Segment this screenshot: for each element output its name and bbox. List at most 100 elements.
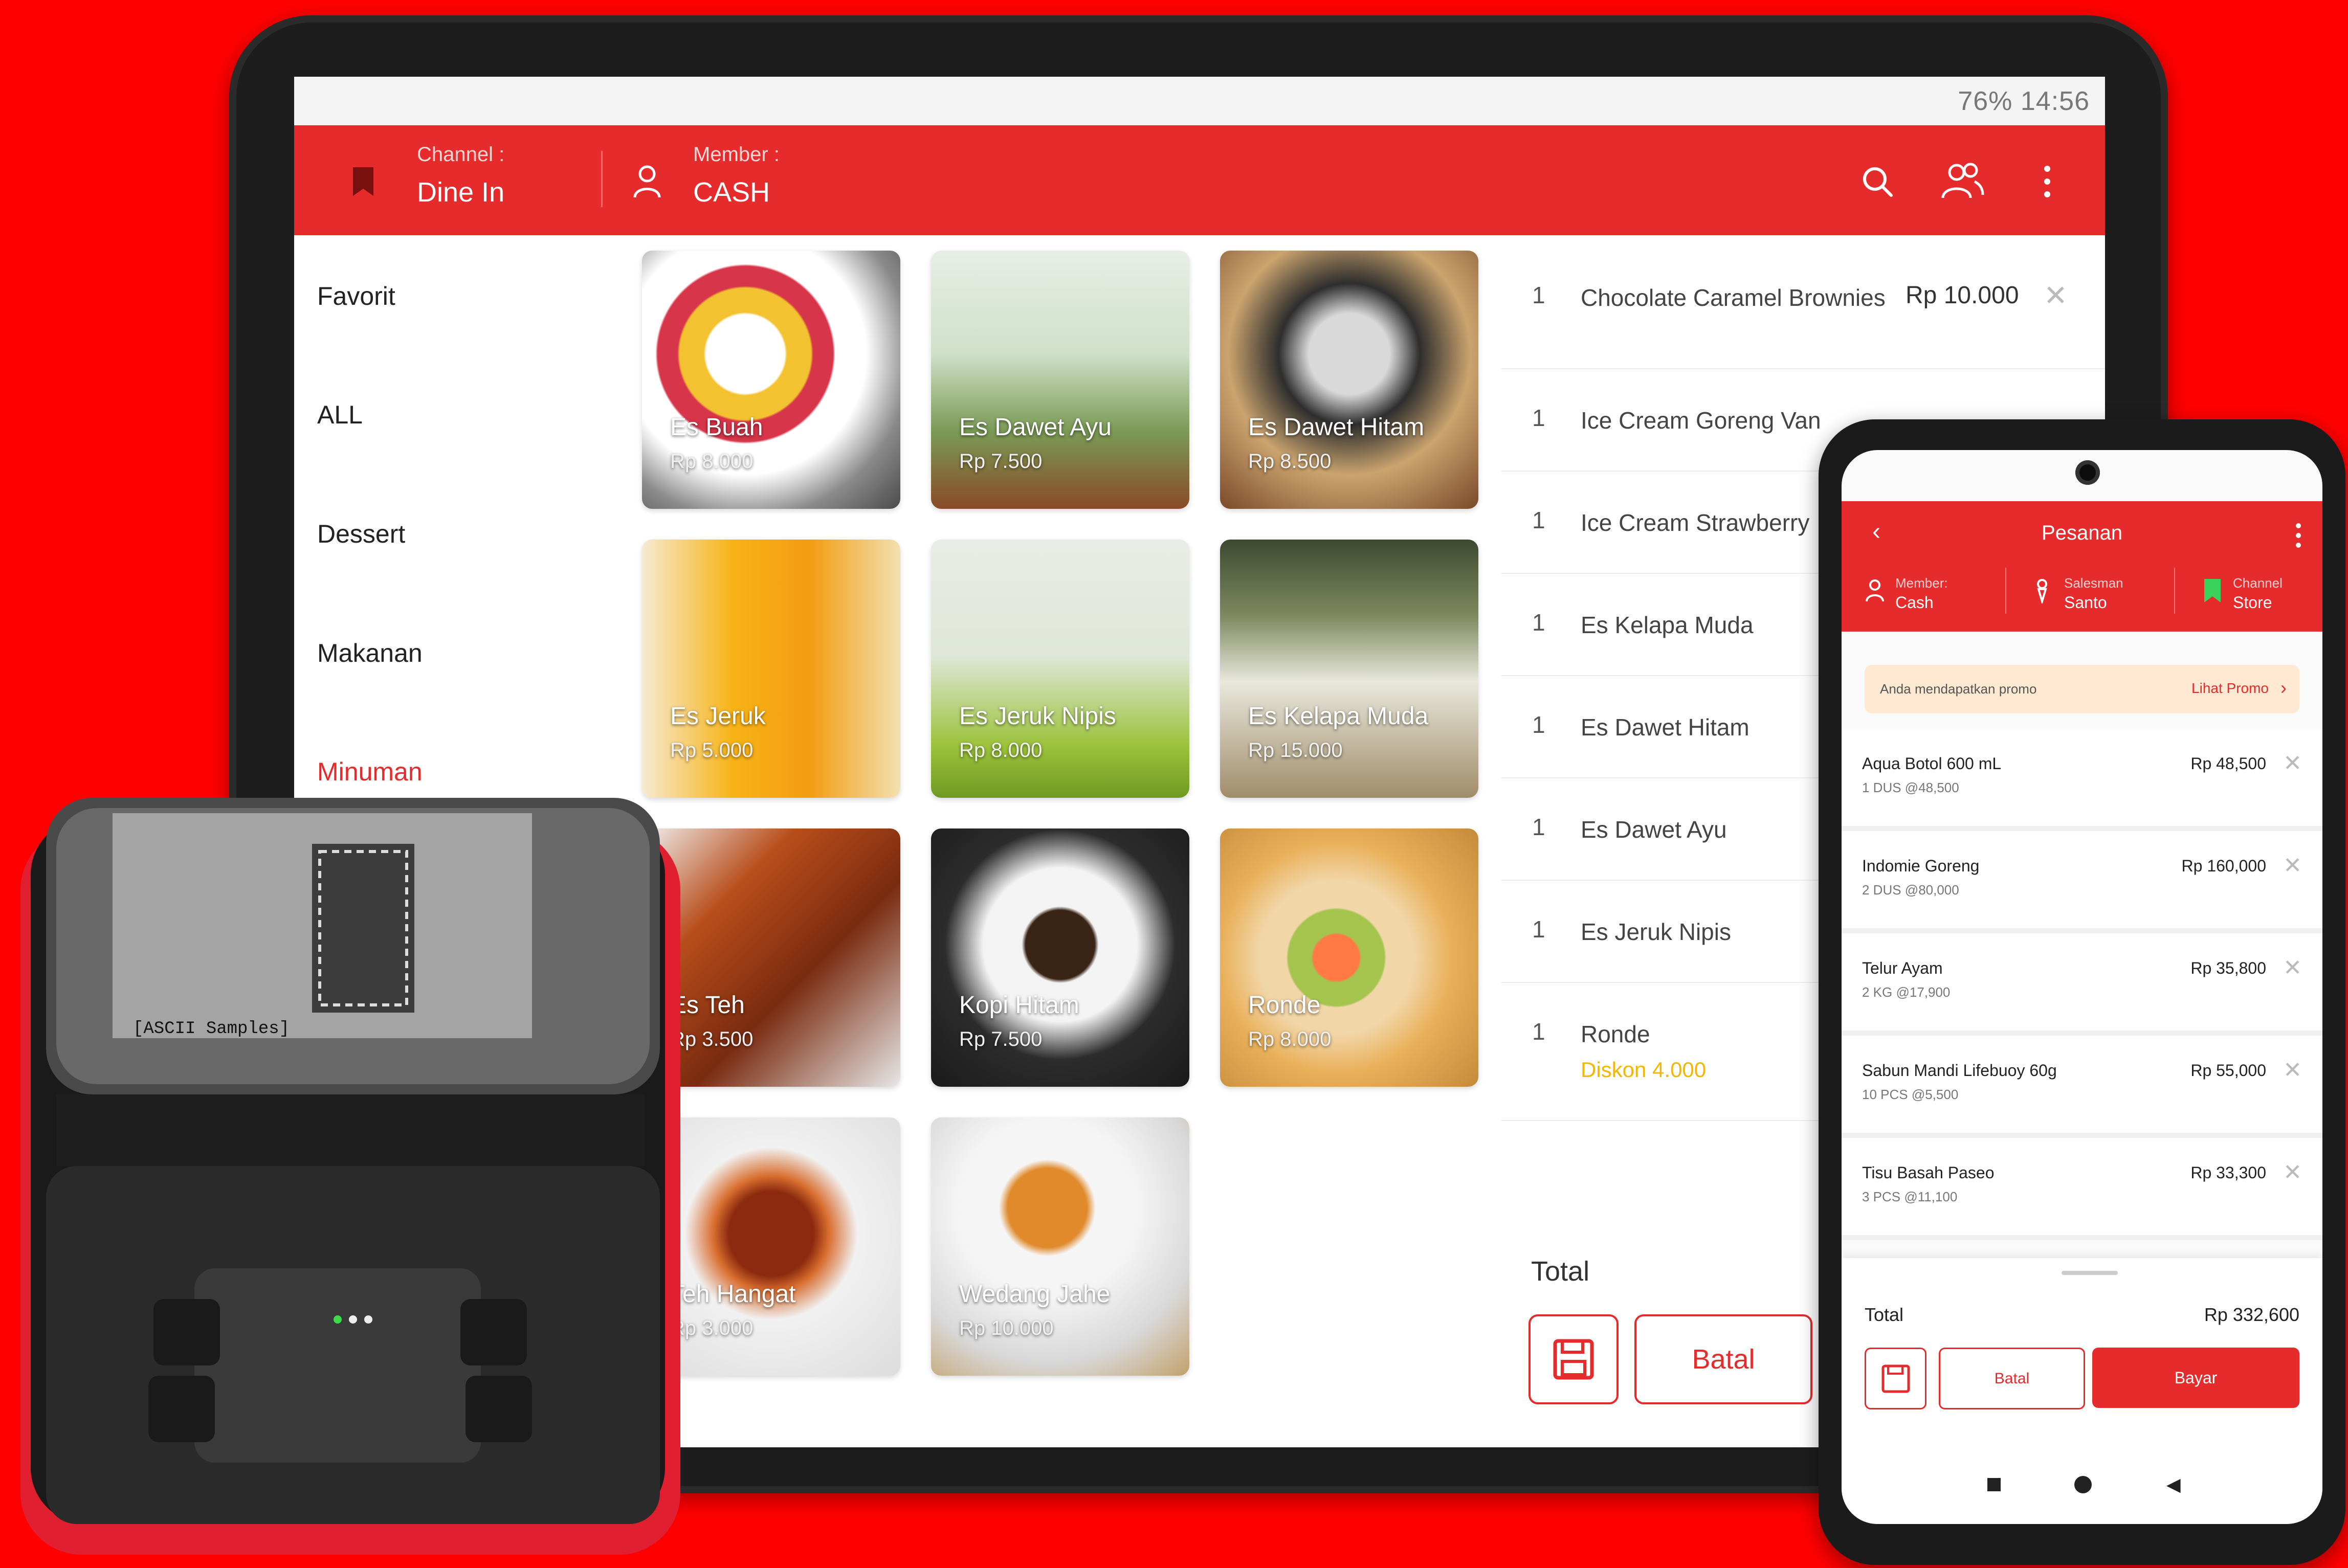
cart-item-qty: 2 DUS @80,000 <box>1862 882 1959 898</box>
phone-title: Pesanan <box>2042 522 2122 544</box>
product-tile[interactable]: Es Jeruk Nipis Rp 8.000 <box>931 540 1189 798</box>
order-qty: 1 <box>1532 507 1545 533</box>
cart-item-qty: 10 PCS @5,500 <box>1862 1087 1959 1102</box>
remove-icon[interactable]: ✕ <box>2283 750 2302 776</box>
cancel-button[interactable]: Batal <box>1634 1314 1812 1404</box>
bookmark-icon <box>2204 579 2221 602</box>
remove-icon[interactable]: ✕ <box>2283 853 2302 879</box>
channel-value[interactable]: Dine In <box>417 176 504 208</box>
order-name: Chocolate Caramel Brownies <box>1581 284 1886 311</box>
chevron-right-icon: › <box>2280 677 2287 698</box>
remove-icon[interactable]: ✕ <box>2283 1057 2302 1083</box>
product-name: Ronde <box>1248 992 1321 1019</box>
product-tile[interactable]: Ronde Rp 8.000 <box>1220 828 1478 1087</box>
home-icon[interactable] <box>2074 1476 2092 1493</box>
cart-item-price: Rp 33,300 <box>2190 1163 2266 1182</box>
category-minuman[interactable]: Minuman <box>317 757 423 787</box>
category-all[interactable]: ALL <box>317 400 363 430</box>
remove-icon[interactable]: ✕ <box>2283 1159 2302 1185</box>
cart-item-price: Rp 35,800 <box>2190 959 2266 977</box>
user-icon <box>1866 579 1884 602</box>
category-dessert[interactable]: Dessert <box>317 519 405 549</box>
phone-salesman-value[interactable]: Santo <box>2064 593 2107 612</box>
product-tile[interactable]: Es Dawet Hitam Rp 8.500 <box>1220 251 1478 509</box>
cart-item[interactable]: Telur Ayam 2 KG @17,900 Rp 35,800 ✕ <box>1842 933 2322 1036</box>
order-qty: 1 <box>1532 282 1545 308</box>
product-name: Es Jeruk <box>670 703 766 730</box>
more-vertical-icon[interactable] <box>2295 523 2302 548</box>
status-text: 76% 14:56 <box>1958 86 2090 116</box>
product-name: Es Buah <box>670 414 763 441</box>
cart-item-name: Telur Ayam <box>1862 959 1943 977</box>
order-qty: 1 <box>1532 711 1545 738</box>
order-qty: 1 <box>1532 1018 1545 1045</box>
more-vertical-icon[interactable] <box>2041 164 2053 199</box>
order-price: Rp 10.000 <box>1906 282 2019 309</box>
phone-info-bar: Member: Cash Salesman Santo Channel Stor… <box>1842 550 2322 632</box>
member-value[interactable]: CASH <box>693 176 770 208</box>
product-price: Rp 8.500 <box>1248 450 1332 473</box>
product-price: Rp 8.000 <box>1248 1028 1332 1050</box>
user-icon[interactable] <box>632 164 662 199</box>
cart-item[interactable]: Indomie Goreng 2 DUS @80,000 Rp 160,000 … <box>1842 831 2322 933</box>
cart-item[interactable]: Tisu Basah Paseo 3 PCS @11,100 Rp 33,300… <box>1842 1138 2322 1240</box>
save-icon <box>1881 1364 1910 1393</box>
product-tile[interactable]: Kopi Hitam Rp 7.500 <box>931 828 1189 1087</box>
phone-member-label: Member: <box>1895 575 1948 591</box>
save-order-button[interactable] <box>1529 1314 1619 1404</box>
promo-link[interactable]: Lihat Promo <box>2191 680 2269 697</box>
product-price: Rp 10.000 <box>959 1317 1054 1339</box>
save-order-button[interactable] <box>1865 1348 1926 1409</box>
product-price: Rp 7.500 <box>959 450 1043 473</box>
save-icon <box>1553 1339 1594 1380</box>
promo-banner[interactable]: Anda mendapatkan promo Lihat Promo › <box>1865 665 2299 713</box>
member-label: Member : <box>693 143 780 166</box>
product-tile[interactable]: Es Dawet Ayu Rp 7.500 <box>931 251 1189 509</box>
cart-item-price: Rp 48,500 <box>2190 754 2266 773</box>
cart-item[interactable]: Sabun Mandi Lifebuoy 60g 10 PCS @5,500 R… <box>1842 1036 2322 1138</box>
cart-item-name: Aqua Botol 600 mL <box>1862 754 2002 773</box>
cart-item-qty: 3 PCS @11,100 <box>1862 1189 1958 1204</box>
product-price: Rp 8.000 <box>670 450 754 473</box>
product-price: Rp 8.000 <box>959 739 1043 761</box>
users-icon[interactable] <box>1939 161 1985 202</box>
receipt-printer: [ASCII Samples] <box>20 798 680 1555</box>
order-qty: 1 <box>1532 405 1545 431</box>
product-tile[interactable]: Es Jeruk Rp 5.000 <box>642 540 900 798</box>
recent-apps-icon[interactable] <box>1987 1478 2001 1491</box>
cart-item-qty: 2 KG @17,900 <box>1862 984 1951 1000</box>
cart-item-name: Sabun Mandi Lifebuoy 60g <box>1862 1061 2057 1080</box>
product-price: Rp 15.000 <box>1248 739 1343 761</box>
product-name: Wedang Jahe <box>959 1281 1111 1308</box>
remove-icon[interactable]: ✕ <box>2044 279 2068 312</box>
bookmark-icon[interactable] <box>350 166 376 197</box>
remove-icon[interactable]: ✕ <box>2283 955 2302 981</box>
drag-handle[interactable] <box>2062 1271 2118 1275</box>
back-nav-icon[interactable]: ◀ <box>2166 1474 2181 1495</box>
order-row[interactable]: 1 Chocolate Caramel Brownies Rp 10.000 ✕ <box>1501 279 2105 369</box>
phone-channel-label: Channel <box>2233 575 2283 591</box>
channel-label: Channel : <box>417 143 505 166</box>
total-label: Total <box>1531 1256 1590 1287</box>
category-favorit[interactable]: Favorit <box>317 281 395 311</box>
product-tile[interactable]: Wedang Jahe Rp 10.000 <box>931 1117 1189 1376</box>
product-price: Rp 5.000 <box>670 739 754 761</box>
android-nav-bar: ◀ <box>1842 1474 2322 1509</box>
front-camera <box>2075 460 2100 485</box>
product-name: Es Kelapa Muda <box>1248 703 1429 730</box>
phone-member-value[interactable]: Cash <box>1895 593 1934 612</box>
phone-channel-value[interactable]: Store <box>2233 593 2272 612</box>
product-tile[interactable]: Es Buah Rp 8.000 <box>642 251 900 509</box>
order-discount: Diskon 4.000 <box>1581 1058 1707 1082</box>
cancel-button[interactable]: Batal <box>1939 1348 2085 1409</box>
phone-total-label: Total <box>1865 1304 1904 1325</box>
pay-button[interactable]: Bayar <box>2092 1348 2299 1408</box>
product-name: Es Dawet Hitam <box>1248 414 1425 441</box>
search-icon[interactable] <box>1859 164 1895 199</box>
phone-screen: ‹ Pesanan Member: Cash Salesman Santo Ch… <box>1842 450 2322 1524</box>
product-tile[interactable]: Es Kelapa Muda Rp 15.000 <box>1220 540 1478 798</box>
order-qty: 1 <box>1532 814 1545 840</box>
category-makanan[interactable]: Makanan <box>317 638 423 668</box>
cart-item-price: Rp 55,000 <box>2190 1061 2266 1080</box>
cart-item[interactable]: Aqua Botol 600 mL 1 DUS @48,500 Rp 48,50… <box>1842 729 2322 831</box>
